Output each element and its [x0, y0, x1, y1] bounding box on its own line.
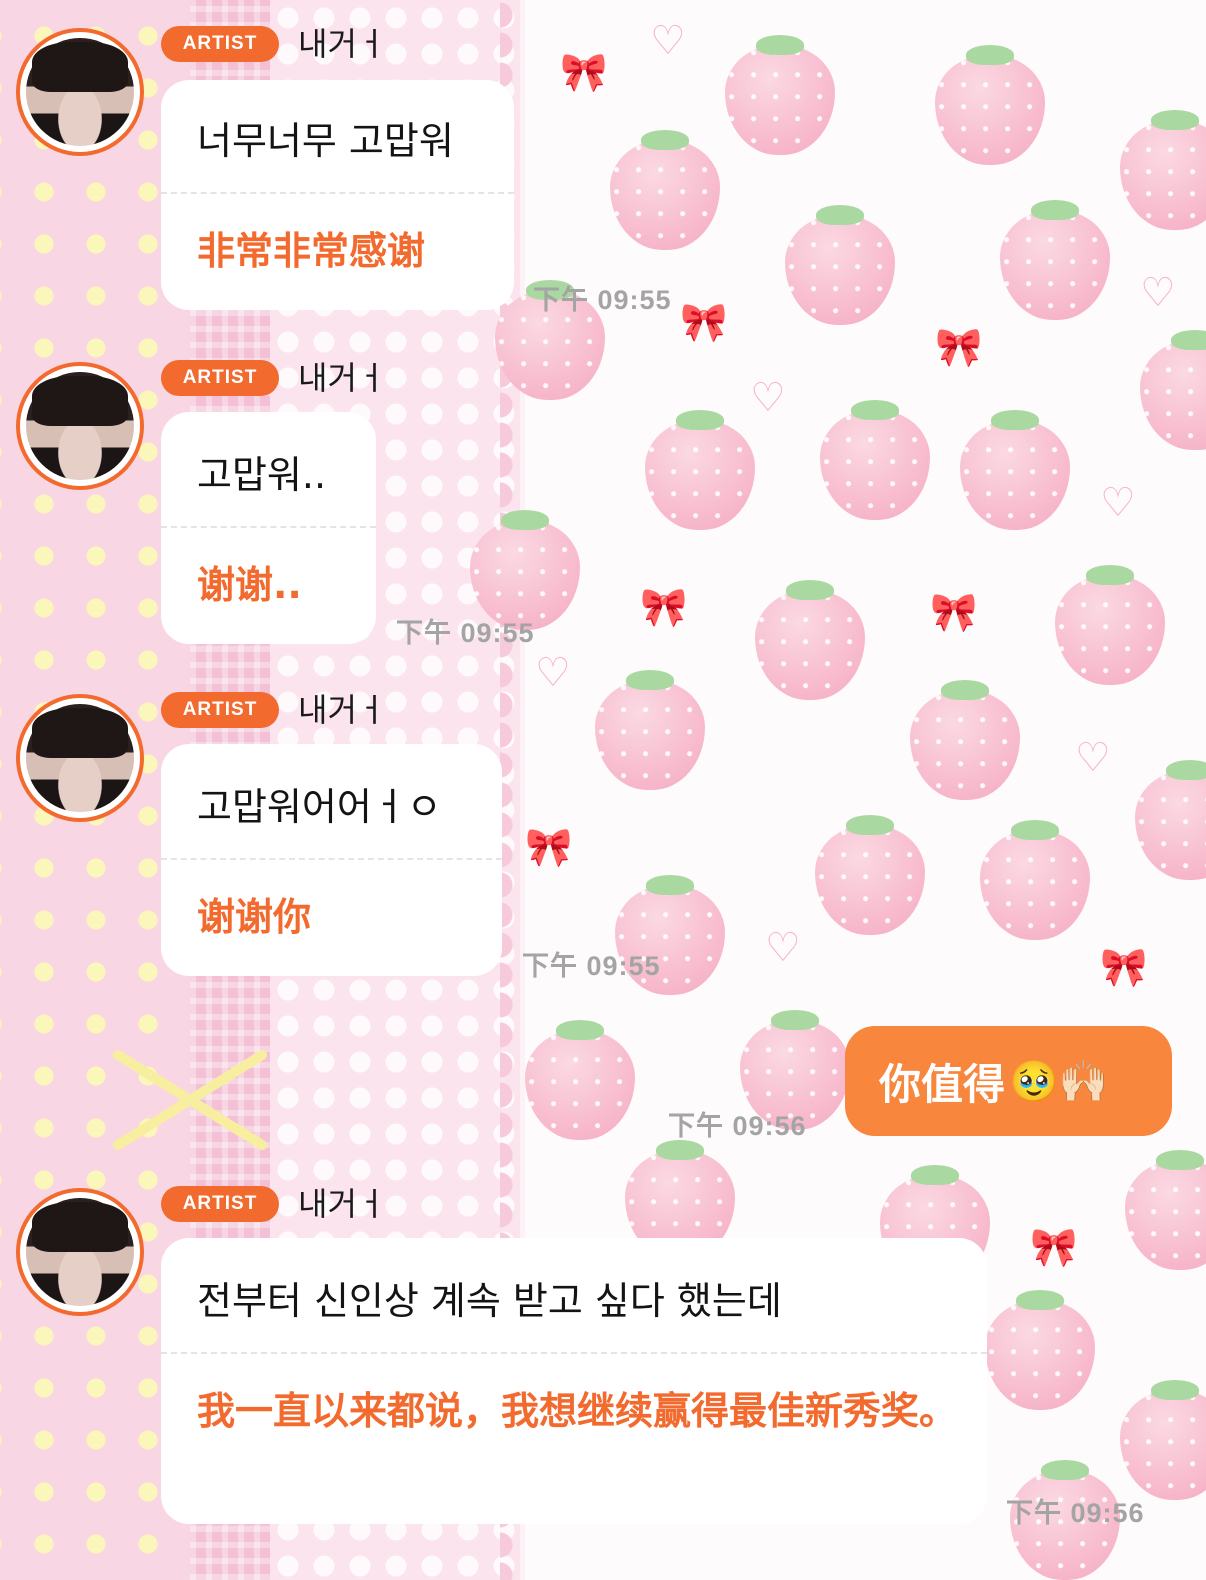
avatar-hair	[32, 376, 128, 426]
message-bubble[interactable]: 전부터 신인상 계속 받고 싶다 했는데 我一直以来都说，我想继续赢得最佳新秀奖…	[161, 1238, 987, 1524]
bow-icon: 🎀	[560, 50, 608, 94]
avatar-hair	[32, 708, 128, 758]
artist-badge: ARTIST	[161, 360, 279, 396]
artist-badge: ARTIST	[161, 1186, 279, 1222]
heart-icon: ♡	[650, 18, 686, 64]
message-timestamp: 下午 09:56	[1006, 1498, 1145, 1528]
heart-icon: ♡	[765, 925, 801, 971]
message-timestamp: 下午 09:55	[522, 951, 661, 981]
bow-icon: 🎀	[1100, 945, 1148, 989]
message-translation-text: 谢谢你	[197, 895, 312, 939]
my-message-text: 你值得	[879, 1059, 1006, 1109]
message-korean-text: 너무너무 고맙워	[197, 119, 454, 163]
artist-badge: ARTIST	[161, 26, 279, 62]
heart-icon: ♡	[750, 375, 786, 421]
heart-icon: ♡	[1075, 735, 1111, 781]
bow-icon: 🎀	[930, 590, 978, 634]
translation-divider	[161, 858, 502, 860]
bow-icon: 🎀	[525, 825, 573, 869]
sender-name: 내거ㅓ	[298, 359, 387, 397]
message-bubble[interactable]: 고맙워어어ㅓㅇ 谢谢你	[161, 744, 502, 976]
heart-icon: ♡	[535, 650, 571, 696]
my-message-bubble[interactable]: 你值得 🥹🙌🏻	[845, 1026, 1172, 1136]
ribbon-decoration	[100, 1040, 280, 1160]
translation-divider	[161, 192, 514, 194]
my-message-timestamp: 下午 09:56	[668, 1111, 807, 1141]
message-timestamp: 下午 09:55	[533, 285, 672, 315]
sender-name: 내거ㅓ	[298, 1185, 387, 1223]
artist-avatar[interactable]	[16, 28, 144, 156]
bow-icon: 🎀	[935, 325, 983, 369]
artist-avatar[interactable]	[16, 694, 144, 822]
artist-avatar[interactable]	[16, 1188, 144, 1316]
avatar-hair	[32, 42, 128, 92]
translation-divider	[161, 526, 376, 528]
heart-icon: ♡	[1100, 480, 1136, 526]
message-translation-text: 谢谢..	[197, 563, 302, 607]
bow-icon: 🎀	[640, 585, 688, 629]
message-timestamp: 下午 09:55	[396, 618, 535, 648]
bow-icon: 🎀	[680, 300, 728, 344]
message-bubble[interactable]: 너무너무 고맙워 非常非常感谢	[161, 80, 514, 310]
artist-avatar[interactable]	[16, 362, 144, 490]
pleading-hands-emoji-icon: 🥹🙌🏻	[1009, 1058, 1109, 1105]
sender-name: 내거ㅓ	[298, 691, 387, 729]
heart-icon: ♡	[1140, 270, 1176, 316]
avatar-hair	[32, 1202, 128, 1252]
message-korean-text: 고맙워어어ㅓㅇ	[197, 785, 442, 829]
message-translation-text: 我一直以来都说，我想继续赢得最佳新秀奖。	[197, 1389, 958, 1433]
translation-divider	[161, 1352, 987, 1354]
message-bubble[interactable]: 고맙워.. 谢谢..	[161, 412, 376, 644]
message-korean-text: 전부터 신인상 계속 받고 싶다 했는데	[197, 1279, 782, 1323]
bow-icon: 🎀	[1030, 1225, 1078, 1269]
message-korean-text: 고맙워..	[197, 453, 327, 497]
message-translation-text: 非常非常感谢	[197, 229, 426, 273]
artist-badge: ARTIST	[161, 692, 279, 728]
sender-name: 내거ㅓ	[298, 25, 387, 63]
